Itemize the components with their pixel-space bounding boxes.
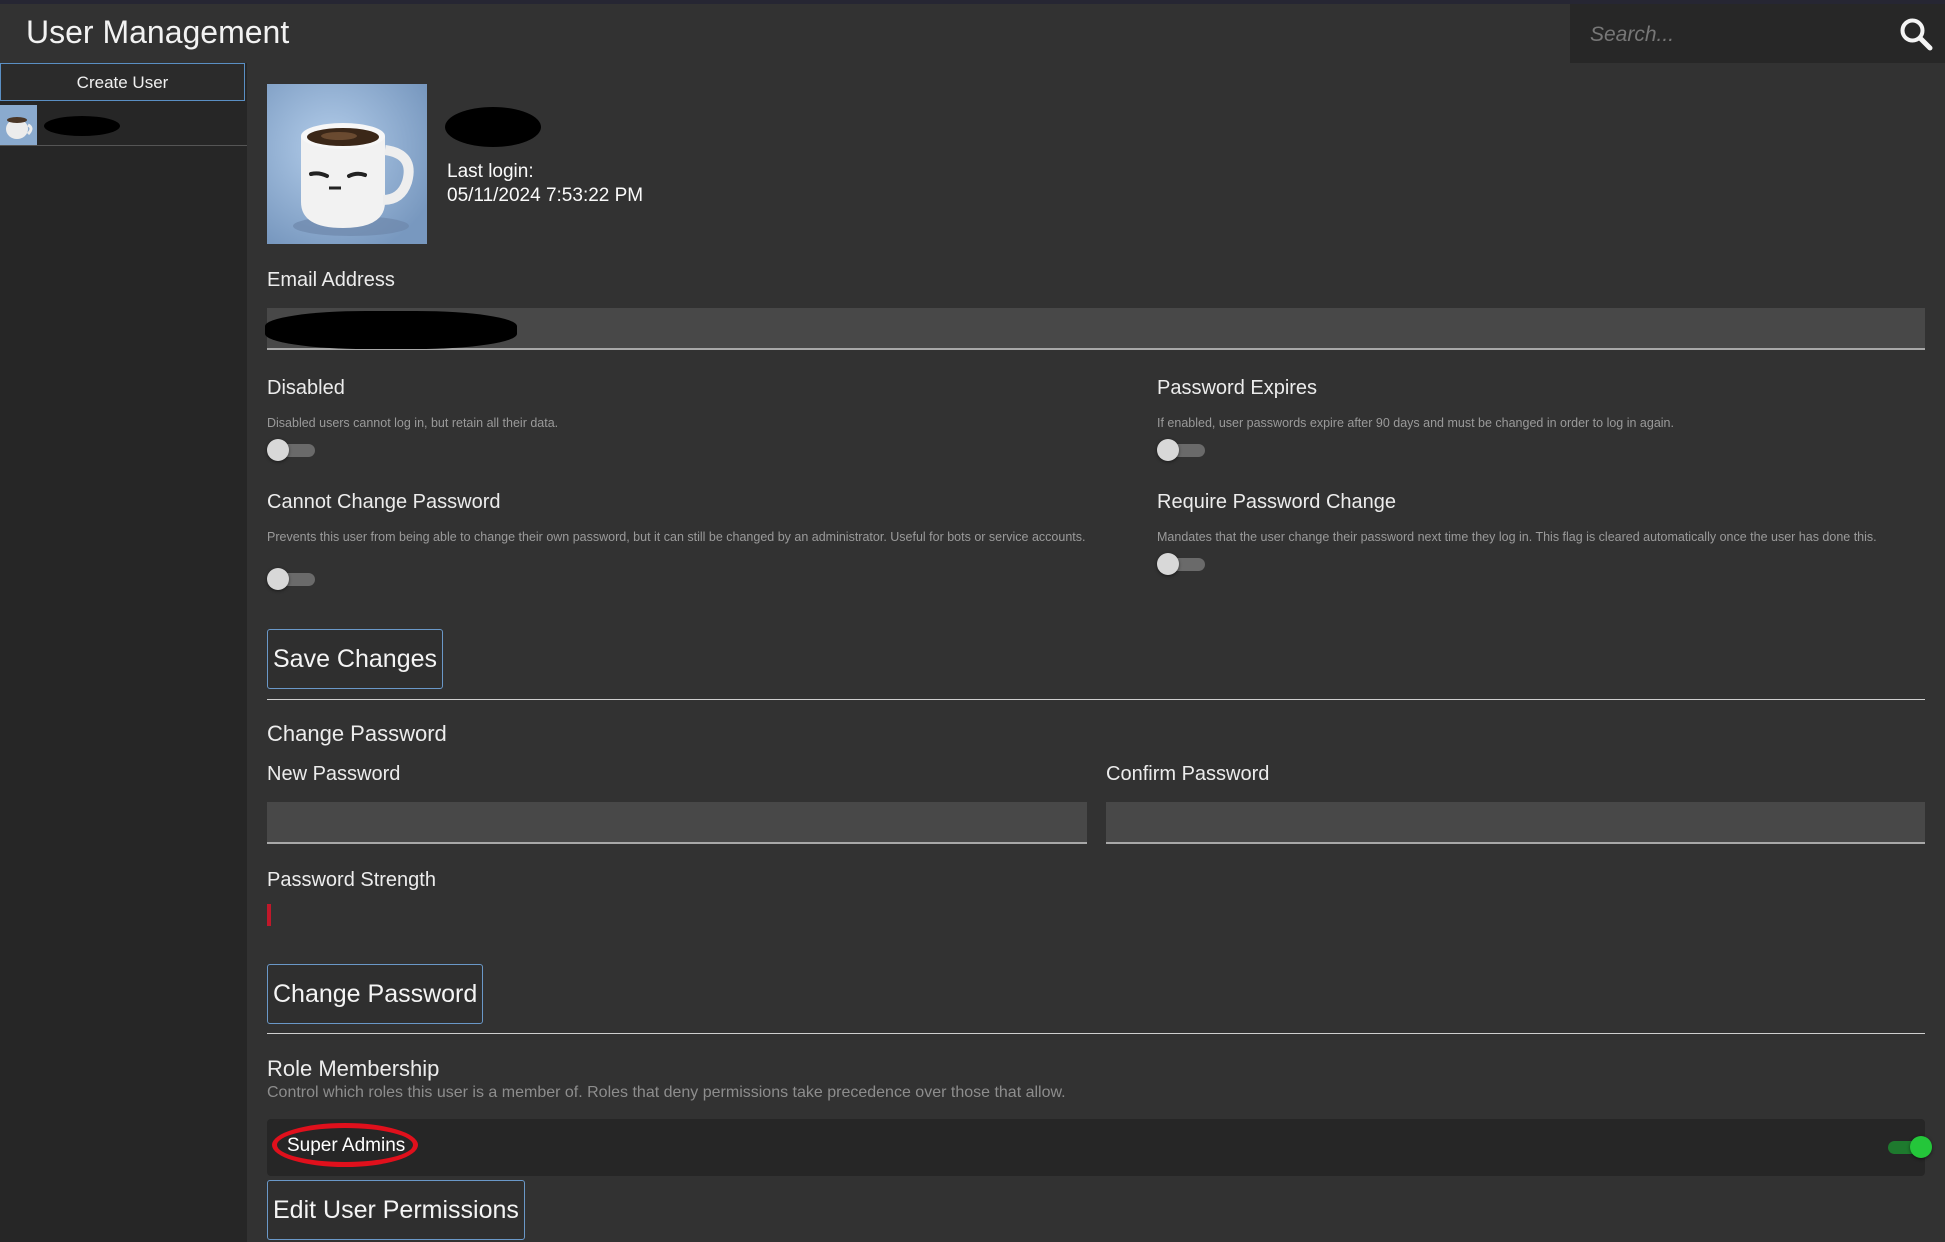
create-user-button[interactable]: Create User: [0, 63, 245, 101]
disabled-help: Disabled users cannot log in, but retain…: [267, 416, 559, 430]
disabled-label: Disabled: [267, 377, 345, 399]
confirm-password-label: Confirm Password: [1106, 763, 1270, 785]
confirm-password-field[interactable]: [1106, 802, 1925, 844]
sidebar-user-item[interactable]: [0, 105, 247, 146]
role-membership-toggle[interactable]: [1884, 1136, 1932, 1158]
change-password-heading: Change Password: [267, 721, 447, 746]
save-changes-button[interactable]: Save Changes: [267, 629, 444, 689]
avatar: [267, 84, 427, 244]
password-strength-label: Password Strength: [267, 869, 436, 891]
cannot-change-password-label: Cannot Change Password: [267, 491, 501, 513]
search-icon[interactable]: [1898, 16, 1934, 52]
cannot-change-password-help: Prevents this user from being able to ch…: [267, 530, 1086, 544]
search-input[interactable]: [1588, 18, 1882, 52]
edit-user-permissions-button[interactable]: Edit User Permissions: [267, 1180, 525, 1240]
require-password-change-help: Mandates that the user change their pass…: [1157, 530, 1877, 544]
last-login-label: Last login:: [447, 161, 534, 182]
last-login-value: 05/11/2024 7:53:22 PM: [447, 185, 644, 206]
disabled-toggle[interactable]: [267, 439, 315, 461]
password-expires-toggle[interactable]: [1157, 439, 1205, 461]
password-expires-help: If enabled, user passwords expire after …: [1157, 416, 1674, 430]
redacted-email: [265, 311, 517, 349]
require-password-change-label: Require Password Change: [1157, 491, 1397, 513]
main-panel: Last login: 05/11/2024 7:53:22 PM Email …: [247, 63, 1945, 1242]
password-expires-label: Password Expires: [1157, 377, 1318, 399]
divider: [267, 1033, 1925, 1034]
search-box[interactable]: [1570, 4, 1945, 63]
change-password-button[interactable]: Change Password: [267, 964, 484, 1024]
redacted-display-name: [445, 107, 541, 147]
cannot-change-password-toggle[interactable]: [267, 568, 315, 590]
divider: [267, 699, 1925, 700]
role-membership-help: Control which roles this user is a membe…: [267, 1084, 1066, 1101]
require-password-change-toggle[interactable]: [1157, 553, 1205, 575]
user-avatar-thumbnail: [0, 105, 37, 145]
role-item[interactable]: Super Admins: [267, 1119, 1932, 1176]
new-password-label: New Password: [267, 763, 401, 785]
new-password-field[interactable]: [267, 802, 1087, 844]
sidebar: Create User: [0, 63, 247, 1242]
role-name: Super Admins: [287, 1135, 406, 1156]
password-strength-meter: [267, 904, 271, 926]
page-title: User Management: [26, 14, 290, 50]
redacted-username: [44, 116, 120, 136]
role-membership-heading: Role Membership: [267, 1056, 440, 1081]
email-label: Email Address: [267, 269, 395, 291]
